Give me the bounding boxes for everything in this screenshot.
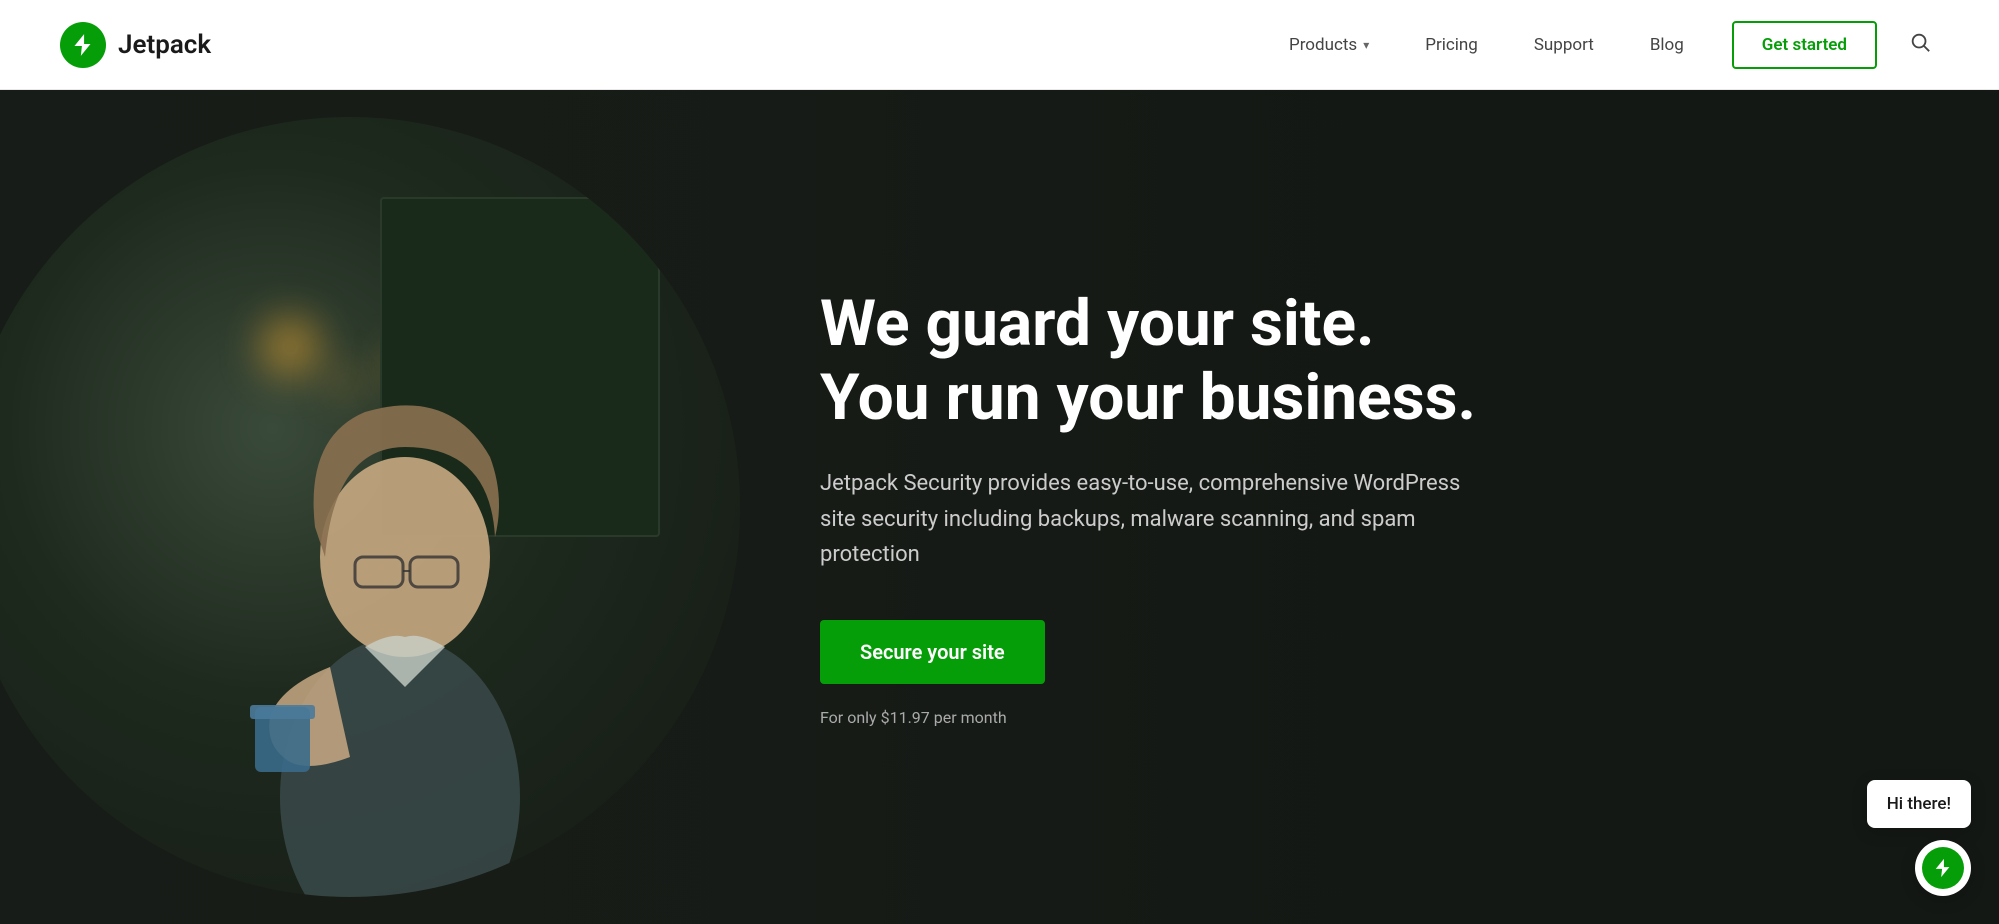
person-silhouette (150, 217, 650, 897)
nav-blog-label: Blog (1650, 35, 1684, 55)
secure-site-button[interactable]: Secure your site (820, 620, 1045, 684)
get-started-button[interactable]: Get started (1732, 21, 1877, 69)
hero-cta-area: Secure your site For only $11.97 per mon… (820, 620, 1480, 727)
nav-support[interactable]: Support (1506, 0, 1622, 90)
logo-link[interactable]: Jetpack (60, 22, 211, 68)
nav-pricing[interactable]: Pricing (1397, 0, 1506, 90)
nav-support-label: Support (1534, 35, 1594, 55)
hero-subtitle: Jetpack Security provides easy-to-use, c… (820, 466, 1480, 572)
hero-title-line2: You run your business. (820, 360, 1476, 435)
search-button[interactable] (1901, 23, 1939, 67)
price-note: For only $11.97 per month (820, 708, 1480, 727)
chat-icon (1922, 847, 1964, 889)
chevron-down-icon: ▾ (1363, 38, 1369, 52)
main-nav: Products ▾ Pricing Support Blog Get star… (1261, 0, 1939, 90)
nav-pricing-label: Pricing (1425, 35, 1478, 55)
nav-blog[interactable]: Blog (1622, 0, 1712, 90)
header: Jetpack Products ▾ Pricing Support Blog … (0, 0, 1999, 90)
hero-image-circle (0, 117, 740, 897)
bolt-icon (70, 32, 96, 58)
bolt-chat-icon (1932, 857, 1954, 879)
search-icon (1909, 31, 1931, 53)
hero-image (0, 117, 740, 897)
chat-open-button[interactable] (1915, 840, 1971, 896)
nav-products-label: Products (1289, 35, 1357, 55)
logo-icon (60, 22, 106, 68)
chat-greeting-text: Hi there! (1887, 794, 1951, 814)
chat-greeting-bubble: Hi there! (1867, 780, 1971, 828)
hero-section: We guard your site. You run your busines… (0, 90, 1999, 924)
chat-widget: Hi there! (1867, 780, 1971, 896)
hero-title: We guard your site. You run your busines… (820, 287, 1480, 434)
nav-products[interactable]: Products ▾ (1261, 0, 1397, 90)
hero-content: We guard your site. You run your busines… (820, 287, 1540, 727)
logo-text: Jetpack (118, 30, 211, 60)
hero-title-line1: We guard your site. (820, 286, 1375, 361)
